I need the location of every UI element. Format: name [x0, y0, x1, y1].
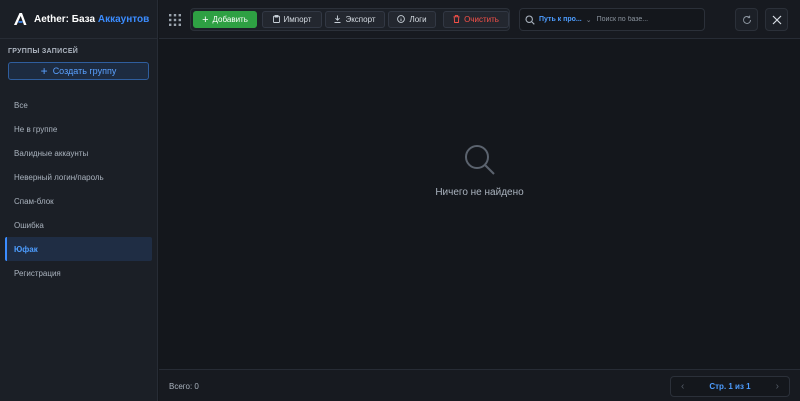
- group-label: Спам-блок: [14, 196, 54, 206]
- records-area: Ничего не найдено: [159, 40, 800, 369]
- clear-button[interactable]: Очистить: [443, 11, 509, 28]
- chevron-down-icon[interactable]: ⌄: [586, 16, 592, 24]
- search-icon: [525, 14, 535, 25]
- clipboard-icon: [272, 14, 280, 25]
- total-count: Всего: 0: [169, 382, 199, 391]
- search-path-select[interactable]: Путь к про...: [539, 16, 582, 23]
- group-item-error[interactable]: Ошибка: [5, 213, 152, 237]
- logs-label: Логи: [409, 15, 427, 24]
- search-input[interactable]: [596, 11, 704, 28]
- import-button[interactable]: Импорт: [262, 11, 322, 28]
- group-item-ungrouped[interactable]: Не в группе: [5, 117, 152, 141]
- trash-icon: [453, 14, 460, 25]
- plus-icon: +: [40, 64, 48, 78]
- refresh-button[interactable]: [735, 8, 758, 31]
- add-button[interactable]: + Добавить: [193, 11, 257, 28]
- group-label: Неверный логин/пароль: [14, 172, 104, 182]
- page-indicator: Стр. 1 из 1: [709, 382, 751, 391]
- export-button[interactable]: Экспорт: [325, 11, 385, 28]
- group-label: Все: [14, 100, 28, 110]
- group-label: Юфак: [14, 244, 38, 254]
- app-title: Aether: База Аккаунтов: [34, 13, 150, 25]
- logs-button[interactable]: Логи: [388, 11, 436, 28]
- brand: Aether: База Аккаунтов: [0, 0, 158, 39]
- action-toolbar: + Добавить Импорт Экспорт Логи Очистить: [190, 8, 510, 31]
- group-list: Все Не в группе Валидные аккаунты Неверн…: [5, 93, 152, 285]
- group-item-registration[interactable]: Регистрация: [5, 261, 152, 285]
- export-label: Экспорт: [345, 15, 376, 24]
- top-bar: + Добавить Импорт Экспорт Логи Очистить …: [159, 0, 800, 39]
- plus-icon: +: [202, 13, 209, 26]
- add-label: Добавить: [212, 15, 248, 24]
- group-item-valid[interactable]: Валидные аккаунты: [5, 141, 152, 165]
- create-group-label: Создать группу: [52, 66, 117, 76]
- prev-page-icon[interactable]: ‹: [681, 381, 684, 392]
- group-label: Валидные аккаунты: [14, 148, 89, 158]
- apps-grid-icon[interactable]: [169, 13, 181, 26]
- download-icon: [334, 15, 341, 25]
- groups-heading: ГРУППЫ ЗАПИСЕЙ: [8, 48, 79, 55]
- group-label: Регистрация: [14, 268, 61, 278]
- close-icon: [772, 15, 782, 25]
- footer: Всего: 0 ‹ Стр. 1 из 1 ›: [159, 369, 800, 401]
- group-label: Ошибка: [14, 220, 44, 230]
- import-label: Импорт: [283, 15, 312, 24]
- search-box: Путь к про... ⌄: [519, 8, 705, 31]
- group-item-all[interactable]: Все: [5, 93, 152, 117]
- group-item-yufak[interactable]: Юфак: [5, 237, 152, 261]
- group-label: Не в группе: [14, 124, 58, 134]
- sidebar: Aether: База Аккаунтов ГРУППЫ ЗАПИСЕЙ + …: [0, 0, 158, 401]
- empty-state-text: Ничего не найдено: [435, 187, 524, 198]
- refresh-icon: [742, 15, 752, 25]
- next-page-icon[interactable]: ›: [776, 381, 779, 392]
- search-icon: [463, 143, 497, 177]
- group-item-spam-block[interactable]: Спам-блок: [5, 189, 152, 213]
- app-window: Aether: База Аккаунтов ГРУППЫ ЗАПИСЕЙ + …: [0, 0, 800, 401]
- clear-label: Очистить: [464, 15, 499, 24]
- info-circle-icon: [397, 14, 406, 25]
- close-button[interactable]: [765, 8, 788, 31]
- app-title-accent: Аккаунтов: [97, 13, 150, 25]
- empty-state: Ничего не найдено: [159, 143, 800, 198]
- create-group-button[interactable]: + Создать группу: [8, 62, 149, 80]
- pagination: ‹ Стр. 1 из 1 ›: [670, 376, 790, 397]
- group-item-wrong-credentials[interactable]: Неверный логин/пароль: [5, 165, 152, 189]
- aether-logo-icon: [12, 11, 28, 27]
